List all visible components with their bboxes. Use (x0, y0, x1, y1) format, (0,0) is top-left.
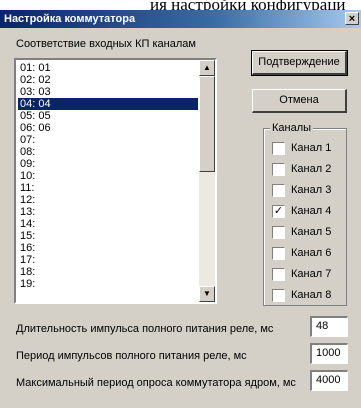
list-item[interactable]: 09: (18, 158, 198, 170)
down-arrow-icon: ▼ (203, 289, 211, 298)
channel-label: Канал 7 (291, 268, 332, 280)
list-item[interactable]: 08: (18, 146, 198, 158)
list-item[interactable]: 12: (18, 194, 198, 206)
channel-checkbox-3[interactable] (272, 184, 285, 197)
channel-label: Канал 3 (291, 184, 332, 196)
channel-checkbox-4[interactable]: ✓ (272, 205, 285, 218)
setting-label-pulse-duration: Длительность импульса полного питания ре… (16, 323, 274, 335)
setting-label-poll-period: Максимальный период опроса коммутатора я… (16, 377, 296, 389)
channel-checkbox-1[interactable] (272, 142, 285, 155)
settings-dialog: Настройка коммутатора × Соответствие вхо… (0, 10, 361, 408)
channel-label: Канал 8 (291, 289, 332, 301)
setting-label-pulse-period: Период импульсов полного питания реле, м… (16, 350, 247, 362)
channel-checkbox-8[interactable] (272, 289, 285, 302)
list-item[interactable]: 19: (18, 278, 198, 290)
list-item[interactable]: 17: (18, 254, 198, 266)
list-item[interactable]: 03: 03 (18, 86, 198, 98)
list-item[interactable]: 10: (18, 170, 198, 182)
channel-label: Канал 6 (291, 247, 332, 259)
channel-label: Канал 2 (291, 163, 332, 175)
kp-channel-listbox[interactable]: 01: 01 02: 02 03: 03 04: 04 05: 05 06: 06 07: 0… (14, 58, 217, 304)
list-scrollbar[interactable]: ▲ ▼ (199, 60, 215, 302)
window-title: Настройка коммутатора (4, 13, 136, 25)
cancel-button[interactable]: Отмена (252, 89, 347, 113)
title-bar: Настройка коммутатора × (0, 10, 361, 28)
list-items: 01: 01 02: 02 03: 03 04: 04 05: 05 06: 06 07: 0… (18, 62, 198, 290)
scroll-thumb[interactable] (199, 76, 215, 172)
list-item[interactable]: 13: (18, 206, 198, 218)
list-item[interactable]: 11: (18, 182, 198, 194)
close-icon: × (348, 13, 356, 25)
channel-checkbox-5[interactable] (272, 226, 285, 239)
list-item[interactable]: 15: (18, 230, 198, 242)
channels-groupbox: Каналы Канал 1 Канал 2 Канал 3 ✓ Канал 4 Кана… (263, 122, 347, 306)
channel-checkbox-6[interactable] (272, 247, 285, 260)
pulse-period-field[interactable]: 1000 (310, 343, 348, 364)
list-item[interactable]: 06: 06 (18, 122, 198, 134)
pulse-duration-field[interactable]: 48 (310, 316, 348, 337)
checkmark-icon: ✓ (273, 205, 284, 217)
scroll-up-button[interactable]: ▲ (199, 60, 215, 76)
channels-group-label: Каналы (270, 122, 314, 134)
up-arrow-icon: ▲ (203, 63, 211, 72)
list-item[interactable]: 16: (18, 242, 198, 254)
confirm-button-label: Подтверждение (258, 56, 340, 68)
channel-label: Канал 5 (291, 226, 332, 238)
list-item[interactable]: 07: (18, 134, 198, 146)
channel-checkbox-2[interactable] (272, 163, 285, 176)
list-item[interactable]: 02: 02 (18, 74, 198, 86)
list-label: Соответствие входных КП каналам (16, 38, 196, 50)
channel-checkbox-7[interactable] (272, 268, 285, 281)
list-item[interactable]: 18: (18, 266, 198, 278)
list-item[interactable]: 04: 04 (18, 98, 198, 110)
scroll-down-button[interactable]: ▼ (199, 286, 215, 302)
channel-label: Канал 1 (291, 142, 332, 154)
list-item[interactable]: 01: 01 (18, 62, 198, 74)
channel-label: Канал 4 (291, 205, 332, 217)
poll-period-field[interactable]: 4000 (310, 370, 348, 391)
list-item[interactable]: 14: (18, 218, 198, 230)
list-item[interactable]: 05: 05 (18, 110, 198, 122)
background-document-text: ия настройки конфигураци (150, 0, 346, 10)
close-button[interactable]: × (345, 12, 359, 25)
cancel-button-label: Отмена (279, 94, 319, 106)
confirm-button[interactable]: Подтверждение (251, 50, 348, 76)
